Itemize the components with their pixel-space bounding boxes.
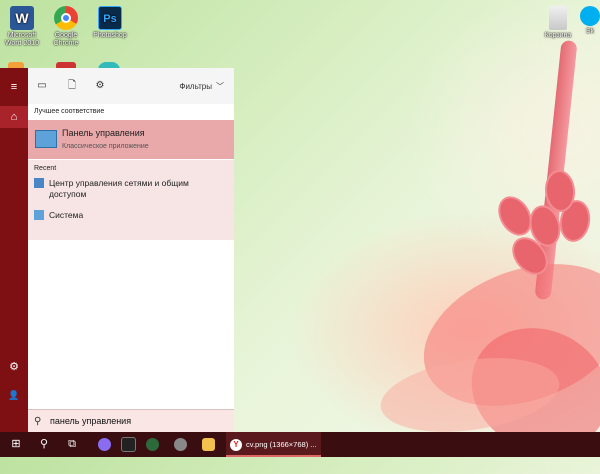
home-icon[interactable]: ⌂ bbox=[0, 106, 28, 128]
file-explorer-icon[interactable] bbox=[198, 432, 218, 457]
recent-item-label: Система bbox=[49, 210, 84, 220]
control-panel-icon bbox=[35, 130, 57, 148]
apps-filter-icon[interactable]: ▭ bbox=[36, 80, 48, 92]
search-toolbar: ▭ 🗋 ⚙ Фильтры ﹀ bbox=[28, 68, 234, 104]
desktop-icon-label: Корзина bbox=[544, 32, 572, 39]
search-box[interactable]: ⚲ панель управления bbox=[28, 409, 234, 434]
recent-item-label: Центр управления сетями и общим bbox=[49, 178, 189, 188]
best-match-title: Панель управления bbox=[62, 128, 145, 138]
search-icon: ⚲ bbox=[34, 416, 42, 427]
taskbar: ⊞ ⚲ ⧉ Ycv.png (1366×768) ... bbox=[0, 432, 600, 457]
filters-button[interactable]: Фильтры ﹀ bbox=[179, 81, 224, 92]
desktop-icon-label: Word 2010 bbox=[4, 40, 40, 47]
recent-section: Recent Центр управления сетями и общим д… bbox=[28, 160, 234, 240]
taskbar-app-icon[interactable] bbox=[170, 432, 190, 457]
desktop-icon-label: Chrome bbox=[53, 40, 79, 47]
filters-label: Фильтры bbox=[179, 82, 212, 91]
recent-item-label: доступом bbox=[49, 189, 87, 199]
best-match-header: Лучшее соответствие bbox=[34, 108, 105, 115]
skype-icon bbox=[580, 6, 600, 26]
desktop-icon-chrome[interactable]: Google Chrome bbox=[44, 4, 88, 48]
system-icon bbox=[34, 210, 44, 220]
start-menu-rail: ≡ ⌂ ⚙ 👤 bbox=[0, 68, 28, 432]
photoshop-icon: Ps bbox=[98, 6, 122, 30]
taskbar-yandex-window[interactable]: Ycv.png (1366×768) ... bbox=[226, 432, 321, 457]
search-button[interactable]: ⚲ bbox=[30, 432, 58, 457]
search-results-panel: ▭ 🗋 ⚙ Фильтры ﹀ Лучшее соответствие Панел… bbox=[28, 68, 234, 432]
hamburger-menu-icon[interactable]: ≡ bbox=[0, 76, 28, 98]
recent-item-system[interactable]: Система bbox=[34, 210, 83, 221]
taskbar-app-icon[interactable] bbox=[118, 432, 138, 457]
desktop-icon-word[interactable]: W Microsoft Word 2010 bbox=[0, 4, 44, 48]
task-view-button[interactable]: ⧉ bbox=[58, 432, 86, 457]
desktop-icon-label: Photoshop bbox=[93, 32, 127, 39]
desktop-icon-skype[interactable]: Sk bbox=[580, 4, 600, 36]
documents-filter-icon[interactable]: 🗋 bbox=[66, 80, 78, 92]
yandex-browser-icon: Y bbox=[230, 439, 242, 452]
cortana-icon[interactable] bbox=[94, 432, 114, 457]
recent-item-network-center[interactable]: Центр управления сетями и общим доступом bbox=[34, 178, 189, 200]
desktop-icon-label: Sk bbox=[585, 28, 595, 35]
start-button[interactable]: ⊞ bbox=[2, 432, 30, 457]
desktop-icon-label: Microsoft bbox=[7, 32, 37, 39]
taskbar-app-icon[interactable] bbox=[142, 432, 162, 457]
settings-filter-icon[interactable]: ⚙ bbox=[94, 80, 106, 92]
recent-header: Recent bbox=[34, 165, 57, 172]
network-center-icon bbox=[34, 178, 44, 188]
active-window-label: cv.png (1366×768) ... bbox=[246, 440, 317, 449]
word-icon: W bbox=[10, 6, 34, 30]
best-match-result[interactable]: Панель управления Классическое приложени… bbox=[28, 120, 234, 159]
chevron-down-icon: ﹀ bbox=[216, 82, 224, 91]
desktop-icon-label: Google bbox=[54, 32, 78, 39]
desktop-icon-photoshop[interactable]: Ps Photoshop bbox=[88, 4, 132, 40]
chrome-icon bbox=[54, 6, 78, 30]
user-icon[interactable]: 👤 bbox=[0, 384, 28, 406]
search-input[interactable]: панель управления bbox=[50, 416, 131, 426]
settings-icon[interactable]: ⚙ bbox=[0, 356, 28, 378]
best-match-subtitle: Классическое приложение bbox=[62, 143, 149, 150]
desktop-icon-recycle-bin[interactable]: Корзина bbox=[536, 4, 580, 40]
recycle-bin-icon bbox=[549, 6, 567, 30]
